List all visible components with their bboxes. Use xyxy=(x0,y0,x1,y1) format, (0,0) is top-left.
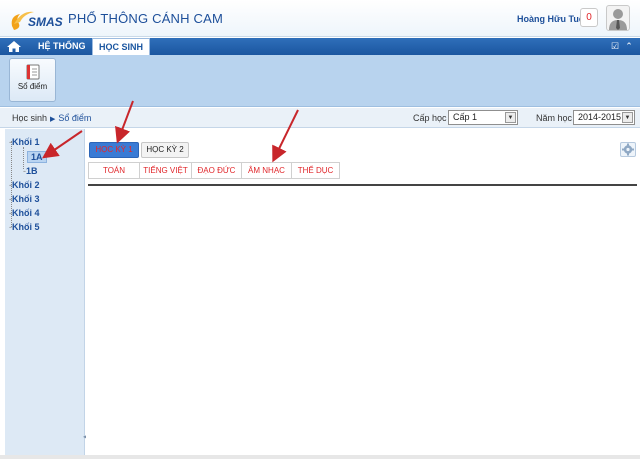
gradebook-icon xyxy=(26,64,39,80)
school-name: PHỔ THÔNG CÁNH CAM xyxy=(68,11,224,26)
gradebook-button[interactable]: Sổ điểm xyxy=(9,58,56,102)
subject-tab-tieng-viet[interactable]: TIẾNG VIỆT xyxy=(139,162,191,179)
level-label: Cấp học xyxy=(413,113,447,123)
class-tree: -Khối 1 1A -1B -Khối 2 -Khối 3 -Khối 4 -… xyxy=(5,129,87,455)
breadcrumb-separator-icon: ▶ xyxy=(50,116,56,123)
avatar[interactable] xyxy=(606,5,630,31)
tree-node-khoi-1[interactable]: -Khối 1 xyxy=(9,137,40,147)
level-select-value: Cấp 1 xyxy=(453,112,478,122)
tab-hoc-ky-1[interactable]: HỌC KỲ 1 xyxy=(89,142,139,158)
main-nav: HỆ THỐNG HỌC SINH ☑ ⌃ xyxy=(0,38,640,56)
tree-node-1a[interactable]: 1A xyxy=(27,151,47,163)
chevron-down-icon[interactable]: ▼ xyxy=(622,112,633,123)
gear-icon xyxy=(622,143,634,156)
chevron-down-icon[interactable]: ▼ xyxy=(505,112,516,123)
breadcrumb: Học sinh ▶ Sổ điểm xyxy=(12,113,91,123)
main-content: HỌC KỲ 1 HỌC KỲ 2 TOÁN TIẾNG VIỆT ĐẠO ĐỨ… xyxy=(86,129,640,455)
subject-tab-am-nhac[interactable]: ÂM NHẠC xyxy=(241,162,291,179)
breadcrumb-bar: Học sinh ▶ Sổ điểm Cấp học Cấp 1 ▼ Năm học… xyxy=(0,108,640,128)
checkbox-icon[interactable]: ☑ xyxy=(610,40,620,52)
content-divider xyxy=(88,184,637,186)
year-label: Năm học xyxy=(536,113,573,123)
settings-button[interactable] xyxy=(620,142,636,157)
collapse-up-icon[interactable]: ⌃ xyxy=(624,40,634,52)
nav-item-he-thong[interactable]: HỆ THỐNG xyxy=(32,38,92,55)
ribbon-toolbar: Sổ điểm xyxy=(0,55,640,107)
smas-logo[interactable]: SMAS xyxy=(8,6,64,32)
notification-badge[interactable]: 0 xyxy=(580,8,598,27)
year-select[interactable]: 2014-2015 ▼ xyxy=(573,110,635,125)
tree-node-khoi-2[interactable]: -Khối 2 xyxy=(9,180,40,190)
breadcrumb-current: Sổ điểm xyxy=(58,113,92,123)
breadcrumb-root[interactable]: Học sinh xyxy=(12,113,47,123)
nav-right-tools: ☑ ⌃ xyxy=(610,40,634,53)
user-name[interactable]: Hoàng Hữu Tuệ xyxy=(517,14,584,24)
footer-strip xyxy=(0,455,640,459)
tree-node-khoi-4[interactable]: -Khối 4 xyxy=(9,208,40,218)
tab-hoc-ky-2[interactable]: HỌC KỲ 2 xyxy=(141,142,189,158)
svg-text:SMAS: SMAS xyxy=(28,15,63,29)
user-avatar-icon xyxy=(609,9,627,30)
subject-tab-toan[interactable]: TOÁN xyxy=(88,162,139,179)
subject-tabs: TOÁN TIẾNG VIỆT ĐẠO ĐỨC ÂM NHẠC THỂ DỤC xyxy=(88,162,340,179)
subject-tab-dao-duc[interactable]: ĐẠO ĐỨC xyxy=(191,162,241,179)
app-header: SMAS PHỔ THÔNG CÁNH CAM Hoàng Hữu Tuệ 0 xyxy=(0,0,640,37)
tree-node-1b[interactable]: -1B xyxy=(23,166,38,176)
tree-node-khoi-3[interactable]: -Khối 3 xyxy=(9,194,40,204)
nav-item-hoc-sinh[interactable]: HỌC SINH xyxy=(92,38,151,56)
gradebook-button-label: Sổ điểm xyxy=(17,82,48,91)
year-select-value: 2014-2015 xyxy=(578,112,622,122)
tree-node-khoi-5[interactable]: -Khối 5 xyxy=(9,222,40,232)
level-select[interactable]: Cấp 1 ▼ xyxy=(448,110,518,125)
subject-tab-the-duc[interactable]: THỂ DỤC xyxy=(291,162,340,179)
home-icon[interactable] xyxy=(6,40,22,53)
